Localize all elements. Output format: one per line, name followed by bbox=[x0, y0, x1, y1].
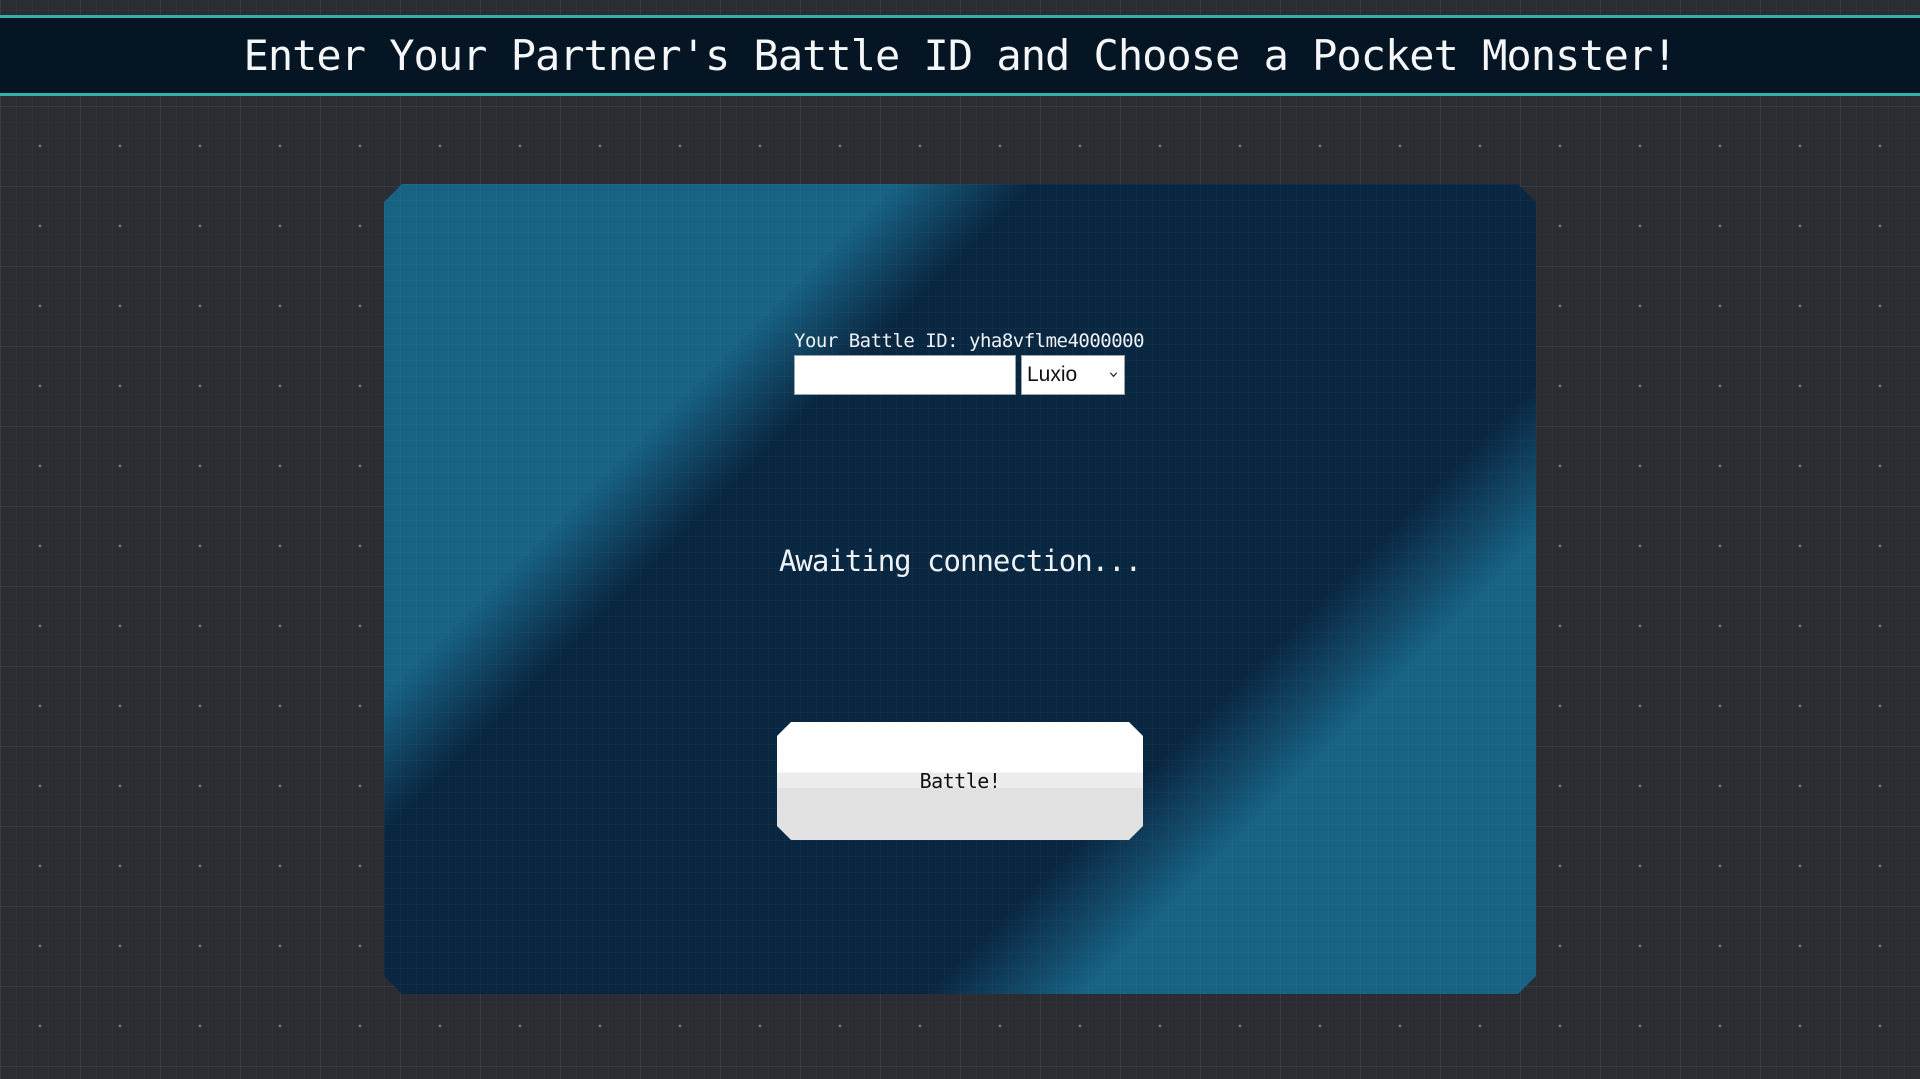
page-title: Enter Your Partner's Battle ID and Choos… bbox=[243, 31, 1678, 80]
inputs-row: Luxio bbox=[794, 355, 1126, 395]
pocket-monster-selected-value: Luxio bbox=[1027, 363, 1078, 386]
battle-setup-panel: Your Battle ID: yha8vflme4000000 Luxio A… bbox=[384, 184, 1536, 994]
header-bar: Enter Your Partner's Battle ID and Choos… bbox=[0, 15, 1920, 96]
battle-form: Your Battle ID: yha8vflme4000000 Luxio bbox=[794, 330, 1126, 395]
chevron-down-icon bbox=[1109, 370, 1118, 379]
connection-status-text: Awaiting connection... bbox=[778, 544, 1142, 578]
pocket-monster-select[interactable]: Luxio bbox=[1021, 355, 1125, 395]
partner-battle-id-input[interactable] bbox=[794, 355, 1016, 395]
battle-button[interactable]: Battle! bbox=[777, 722, 1143, 840]
your-battle-id-label: Your Battle ID: yha8vflme4000000 bbox=[794, 330, 1145, 352]
